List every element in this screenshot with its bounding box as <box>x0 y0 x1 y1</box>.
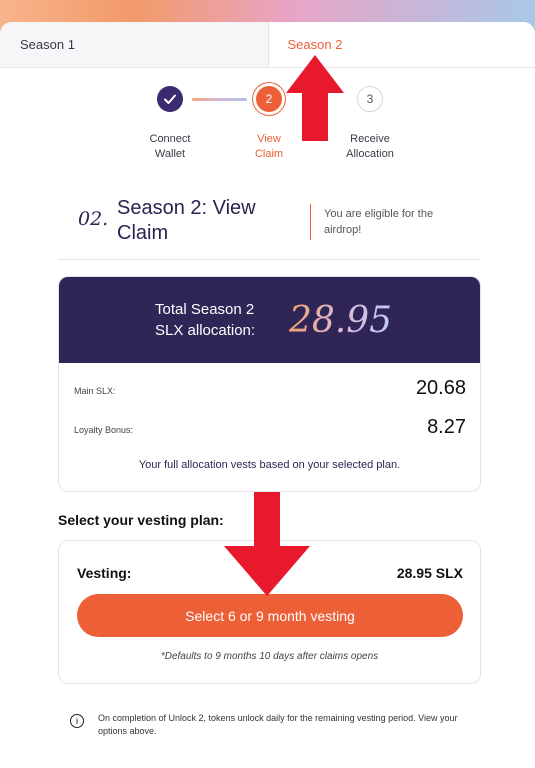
allocation-total-banner: Total Season 2 SLX allocation: 28.95 <box>59 277 480 363</box>
step-connector <box>192 98 247 101</box>
allocation-note: Your full allocation vests based on your… <box>138 459 401 471</box>
page-header: 02. Season 2: View Claim You are eligibl… <box>58 176 480 260</box>
allocation-row-main: Main SLX: 20.68 <box>74 377 466 400</box>
vesting-amount: 28.95 SLX <box>396 565 463 581</box>
season-tabs: Season 1 Season 2 <box>0 22 535 68</box>
select-vesting-button[interactable]: Select 6 or 9 month vesting <box>77 594 463 637</box>
vesting-plan-heading: Select your vesting plan: <box>58 512 224 528</box>
allocation-total-label: Total Season 2 SLX allocation: <box>155 299 275 341</box>
info-icon: i <box>70 714 84 728</box>
allocation-label-line: SLX allocation: <box>155 322 256 339</box>
allocation-label-line: Total Season 2 <box>155 301 255 318</box>
red-arrow-up-icon <box>286 55 344 141</box>
red-arrow-down-icon <box>224 492 310 596</box>
step-connect-wallet-label: Connect Wallet <box>125 132 215 162</box>
step-label-line: Allocation <box>346 148 394 160</box>
tab-season-1[interactable]: Season 1 <box>0 22 269 67</box>
unlock-info-text: On completion of Unlock 2, tokens unlock… <box>98 713 458 736</box>
step-label-line: Claim <box>254 148 284 160</box>
header-divider <box>310 204 311 240</box>
tab-season-1-label: Season 1 <box>20 37 75 52</box>
vesting-default-note: *Defaults to 9 months 10 days after clai… <box>160 651 379 662</box>
loyalty-bonus-value: 8.27 <box>427 416 466 438</box>
section-number: 02. <box>78 208 109 230</box>
step-label-line: Connect <box>149 133 191 145</box>
page-title: Season 2: View Claim <box>117 197 256 244</box>
step-label-line: Wallet <box>154 148 186 160</box>
stepper: 2 3 Connect Wallet View Claim Receive Al… <box>0 68 535 176</box>
step-connect-wallet-indicator <box>157 86 183 112</box>
allocation-card: Total Season 2 SLX allocation: 28.95 Mai… <box>58 276 481 492</box>
main-slx-value: 20.68 <box>415 377 466 399</box>
loyalty-bonus-label: Loyalty Bonus: <box>74 425 134 435</box>
main-slx-label: Main SLX: <box>74 386 116 396</box>
step-view-claim-indicator: 2 <box>256 86 282 112</box>
check-icon <box>164 94 176 104</box>
step-receive-allocation-indicator: 3 <box>357 86 383 112</box>
vesting-label: Vesting: <box>77 565 132 581</box>
unlock-info: i On completion of Unlock 2, tokens unlo… <box>70 712 470 738</box>
allocation-total-value: 28.95 <box>289 299 393 341</box>
eligibility-note: You are eligible for the airdrop! <box>324 208 434 236</box>
tab-season-2-label: Season 2 <box>287 37 343 52</box>
allocation-row-loyalty: Loyalty Bonus: 8.27 <box>74 416 466 439</box>
